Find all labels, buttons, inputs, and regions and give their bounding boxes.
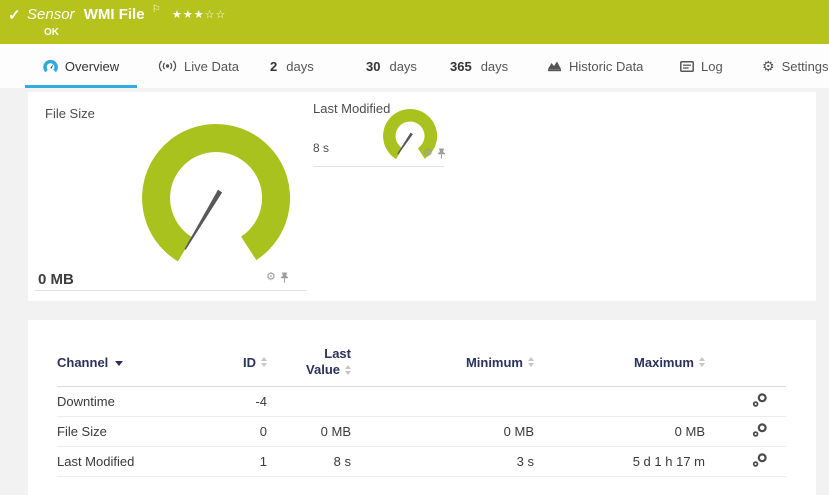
gauge-needle (185, 190, 223, 250)
cell-id: -4 (207, 394, 267, 409)
cell-id: 1 (207, 454, 267, 469)
tab-overview[interactable]: Overview (25, 44, 137, 88)
column-header-last-value[interactable]: Last Value (267, 346, 351, 379)
widget-gear-icon[interactable]: ⚙ (266, 272, 276, 283)
cell-minimum: 3 s (351, 454, 534, 469)
last-modified-gauge-title: Last Modified (313, 101, 390, 116)
column-header-id[interactable]: ID (207, 355, 267, 370)
cell-maximum: 5 d 1 h 17 m (534, 454, 705, 469)
widget-pin-icon[interactable] (280, 272, 289, 283)
widget-pin-icon[interactable] (437, 148, 446, 159)
tab-label: days (286, 59, 313, 74)
cell-minimum: 0 MB (351, 424, 534, 439)
tab-log[interactable]: Log (680, 44, 723, 88)
tab-label: days (389, 59, 416, 74)
last-modified-current-value: 8 s (313, 141, 329, 155)
tab-number: 2 (270, 59, 277, 74)
cell-last-value: 8 s (267, 454, 351, 469)
widget-gear-icon[interactable]: ⚙ (423, 148, 433, 159)
widget-actions: ⚙ (266, 272, 289, 283)
tab-label: Live Data (184, 59, 239, 74)
tab-label: Settings (782, 59, 829, 74)
widget-divider (35, 290, 307, 291)
column-header-channel[interactable]: Channel (57, 355, 207, 370)
table-row: Downtime -4 (57, 387, 786, 417)
tab-number: 30 (366, 59, 380, 74)
sort-icon (699, 357, 705, 367)
flag-icon[interactable]: ⚐ (152, 4, 161, 15)
edit-channel-icon[interactable] (752, 422, 768, 438)
cell-id: 0 (207, 424, 267, 439)
tab-bar: Overview Live Data 2 days 30 days 365 da… (0, 44, 829, 88)
cell-channel: Last Modified (57, 454, 207, 469)
active-tab-underline (25, 85, 137, 88)
sensor-title: Sensor WMI File ⚐ (27, 6, 161, 23)
widget-divider (313, 166, 444, 167)
cell-channel: Downtime (57, 394, 207, 409)
priority-stars[interactable]: ★★★☆☆ (172, 8, 226, 21)
gauges-panel: File Size 0 MB < 0,01 MB 0 MB ⚙ Last Mod… (28, 92, 816, 301)
tab-label: Overview (65, 59, 119, 74)
live-data-icon (158, 60, 177, 72)
tab-365-days[interactable]: 365 days (450, 44, 508, 88)
edit-channel-icon[interactable] (752, 452, 768, 468)
sort-desc-icon (115, 361, 123, 366)
cell-last-value: 0 MB (267, 424, 351, 439)
table-header-row: Channel ID Last Value Minimum Maximum (57, 338, 786, 387)
area-chart-icon (547, 60, 562, 72)
table-row: Last Modified 1 8 s 3 s 5 d 1 h 17 m (57, 447, 786, 477)
table-row: File Size 0 0 MB 0 MB 0 MB (57, 417, 786, 447)
channels-table: Channel ID Last Value Minimum Maximum Do… (57, 338, 786, 477)
status-check-icon: ✓ (8, 6, 21, 24)
sensor-type-label: Sensor (27, 6, 75, 23)
edit-channel-icon[interactable] (752, 392, 768, 408)
gear-icon: ⚙ (762, 59, 775, 73)
column-header-minimum[interactable]: Minimum (351, 355, 534, 370)
log-icon (680, 61, 694, 72)
tab-label: days (481, 59, 508, 74)
column-header-maximum[interactable]: Maximum (534, 355, 705, 370)
tab-30-days[interactable]: 30 days (366, 44, 417, 88)
tab-label: Log (701, 59, 723, 74)
gauge-needle (397, 133, 413, 155)
tab-historic-data[interactable]: Historic Data (547, 44, 643, 88)
gauge-icon (43, 59, 58, 74)
tab-number: 365 (450, 59, 472, 74)
cell-maximum: 0 MB (534, 424, 705, 439)
file-size-gauge (141, 123, 291, 273)
file-size-gauge-title: File Size (45, 106, 95, 121)
tab-settings[interactable]: ⚙ Settings (762, 44, 829, 88)
tab-live-data[interactable]: Live Data (158, 44, 239, 88)
sensor-status-header: ✓ Sensor WMI File ⚐ ★★★☆☆ OK (0, 0, 829, 44)
tab-2-days[interactable]: 2 days (270, 44, 314, 88)
file-size-current-value: 0 MB (38, 271, 74, 288)
widget-actions: ⚙ (423, 148, 446, 159)
channels-panel: Channel ID Last Value Minimum Maximum Do… (28, 320, 816, 495)
cell-channel: File Size (57, 424, 207, 439)
tab-label: Historic Data (569, 59, 643, 74)
sensor-name[interactable]: WMI File (84, 6, 145, 23)
status-badge: OK (44, 27, 59, 38)
